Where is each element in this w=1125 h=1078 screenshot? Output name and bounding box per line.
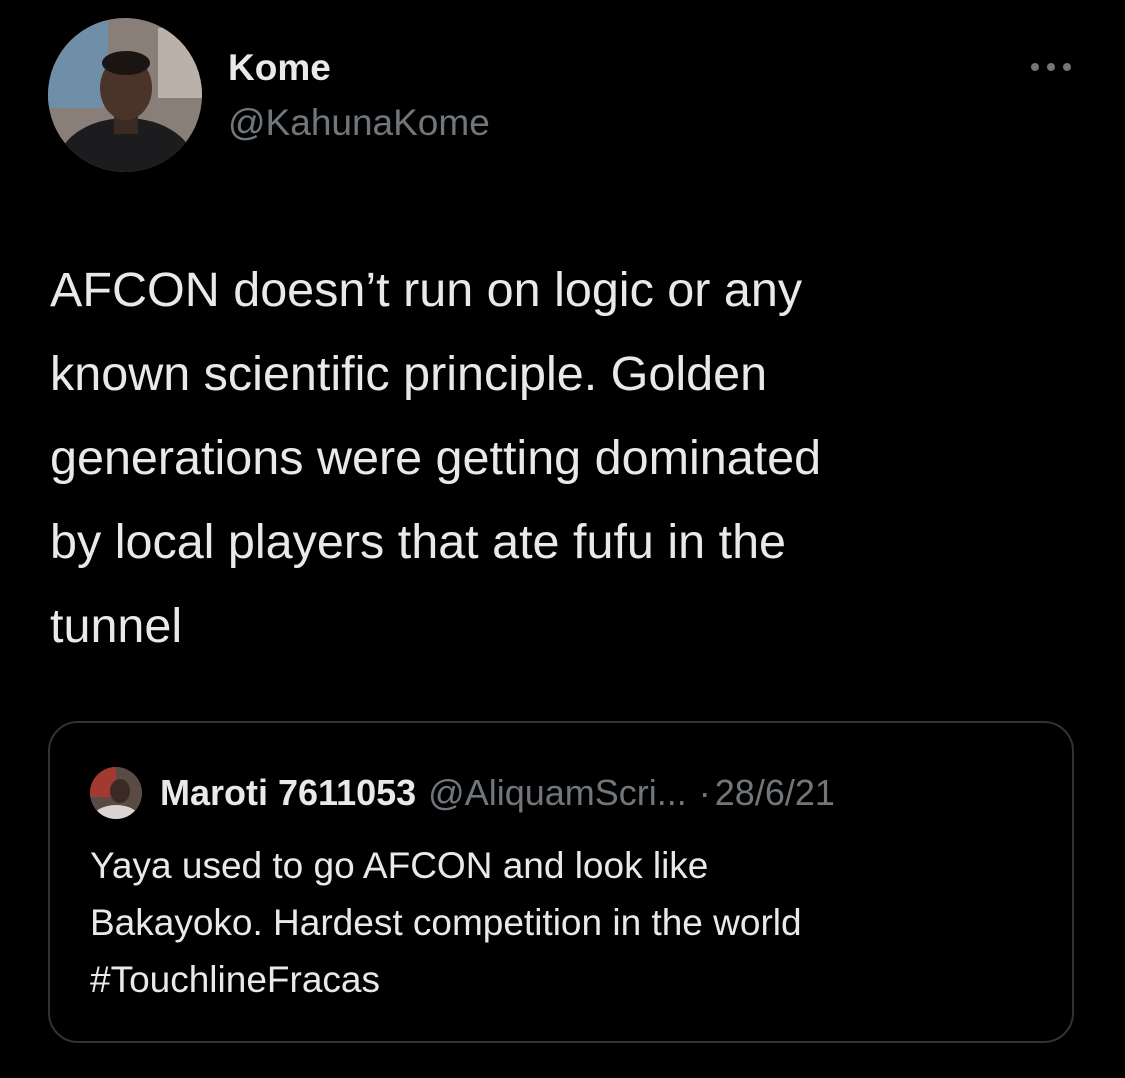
quoted-tweet-header: Maroti 7611053 @AliquamScri... · 28/6/21 — [90, 767, 835, 819]
quoted-author-name[interactable]: Maroti 7611053 — [160, 772, 416, 814]
quoted-tweet-text: Yaya used to go AFCON and look like Baka… — [90, 845, 802, 1000]
quoted-date[interactable]: 28/6/21 — [715, 772, 835, 814]
author-avatar[interactable] — [48, 18, 202, 172]
author-avatar-image — [48, 18, 202, 172]
author-name[interactable]: Kome — [228, 47, 331, 89]
quoted-separator: · — [698, 772, 711, 813]
quoted-author-handle[interactable]: @AliquamScri... — [428, 772, 687, 814]
quoted-author-avatar-image — [90, 767, 142, 819]
tweet-text: AFCON doesn’t run on logic or any known … — [50, 263, 822, 653]
more-dots-icon[interactable] — [1026, 52, 1076, 82]
quoted-author-avatar[interactable] — [90, 767, 142, 819]
author-handle[interactable]: @KahunaKome — [228, 102, 490, 144]
tweet-card: Kome @KahunaKome AFCON doesn’t run on lo… — [0, 0, 1125, 1078]
quoted-tweet[interactable]: Maroti 7611053 @AliquamScri... · 28/6/21… — [48, 721, 1074, 1043]
